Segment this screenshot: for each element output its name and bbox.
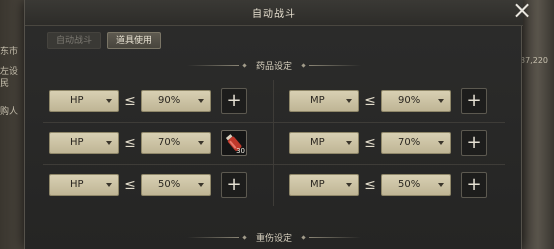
less-equal-symbol: ≤ [124,135,136,151]
potion-row: HP ≤ 50% + MP ≤ 50% + [39,164,509,206]
dialog-title: 自动战斗 [252,9,296,20]
stat-value: MP [310,179,325,190]
divider-line [309,64,361,66]
less-equal-symbol: ≤ [124,93,136,109]
divider-line [186,236,239,238]
tab-auto-battle[interactable]: 自动战斗 [47,32,102,49]
threshold-dropdown[interactable]: 50% [381,174,451,196]
stat-dropdown[interactable]: HP [49,90,119,112]
background-text: 民 [0,79,10,89]
add-item-button[interactable]: + [461,172,487,198]
caret-down-icon [198,183,204,187]
section-title: 药品设定 [255,61,292,72]
threshold-value: 70% [398,137,421,148]
hp-rule: HP ≤ 70% 30 [49,128,247,158]
injury-section-header: 重伤设定 [25,230,523,244]
stat-dropdown[interactable]: HP [49,132,119,154]
background-text: 购人 [0,107,19,117]
threshold-dropdown[interactable]: 70% [141,132,211,154]
dialog-titlebar: 自动战斗 [25,0,523,26]
stat-value: HP [70,95,84,106]
stat-value: MP [310,137,325,148]
potion-section-header: 药品设定 [25,58,523,72]
auto-battle-dialog: 自动战斗 自动战斗 道具使用 药品设定 HP ≤ 90% + MP ≤ 90% … [24,0,523,249]
less-equal-symbol: ≤ [364,177,376,193]
diamond-ornament-icon [242,234,247,240]
potion-item-slot[interactable]: 30 [221,130,247,156]
background-pillar [522,0,554,249]
diamond-ornament-icon [242,62,247,68]
hp-rule: HP ≤ 90% + [49,86,247,116]
threshold-dropdown[interactable]: 90% [141,90,211,112]
caret-down-icon [106,141,112,145]
background-pillar [0,0,24,249]
threshold-value: 50% [398,179,421,190]
threshold-value: 50% [158,179,181,190]
background-text: 东市 [0,47,19,57]
divider-line [186,64,239,66]
potion-row: HP ≤ 90% + MP ≤ 90% + [39,80,509,122]
stat-dropdown[interactable]: MP [289,132,359,154]
potion-row: HP ≤ 70% 30 MP ≤ 70% + [39,122,509,164]
tab-bar: 自动战斗 道具使用 [47,32,162,49]
section-title: 重伤设定 [255,233,292,244]
less-equal-symbol: ≤ [124,177,136,193]
threshold-dropdown[interactable]: 90% [381,90,451,112]
stat-value: MP [310,95,325,106]
add-item-button[interactable]: + [461,130,487,156]
stat-dropdown[interactable]: MP [289,90,359,112]
stat-value: HP [70,179,84,190]
add-item-button[interactable]: + [461,88,487,114]
threshold-value: 90% [158,95,181,106]
caret-down-icon [346,183,352,187]
caret-down-icon [198,141,204,145]
threshold-value: 90% [398,95,421,106]
item-count: 30 [236,147,245,155]
less-equal-symbol: ≤ [364,93,376,109]
tab-item-usage[interactable]: 道具使用 [107,32,162,49]
caret-down-icon [438,99,444,103]
caret-down-icon [346,141,352,145]
stat-value: HP [70,137,84,148]
mp-rule: MP ≤ 70% + [289,128,487,158]
threshold-dropdown[interactable]: 70% [381,132,451,154]
less-equal-symbol: ≤ [364,135,376,151]
stat-dropdown[interactable]: MP [289,174,359,196]
threshold-dropdown[interactable]: 50% [141,174,211,196]
add-item-button[interactable]: + [221,88,247,114]
caret-down-icon [346,99,352,103]
hp-rule: HP ≤ 50% + [49,170,247,200]
close-icon[interactable]: × [510,0,534,22]
caret-down-icon [106,99,112,103]
background-counter: 37,220 [520,56,548,65]
stat-dropdown[interactable]: HP [49,174,119,196]
diamond-ornament-icon [301,62,306,68]
caret-down-icon [438,183,444,187]
divider-line [309,236,361,238]
threshold-value: 70% [158,137,181,148]
caret-down-icon [438,141,444,145]
caret-down-icon [106,183,112,187]
diamond-ornament-icon [301,234,306,240]
caret-down-icon [198,99,204,103]
mp-rule: MP ≤ 90% + [289,86,487,116]
add-item-button[interactable]: + [221,172,247,198]
mp-rule: MP ≤ 50% + [289,170,487,200]
